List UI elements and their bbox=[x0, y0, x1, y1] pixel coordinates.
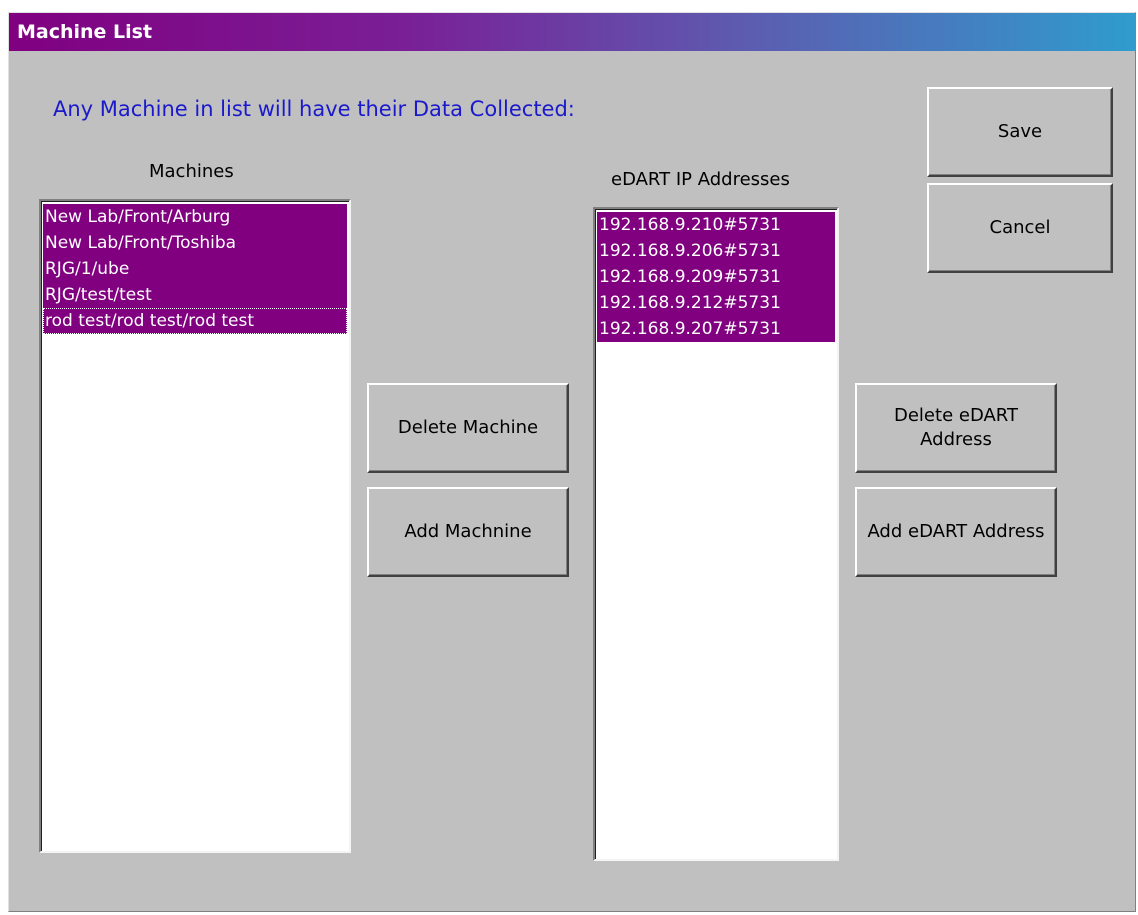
edart-list-item[interactable]: 192.168.9.206#5731 bbox=[597, 238, 835, 264]
window-title: Machine List bbox=[17, 21, 153, 43]
delete-machine-button[interactable]: Delete Machine bbox=[367, 383, 569, 473]
machines-caption: Machines bbox=[149, 161, 234, 182]
edart-list-item[interactable]: 192.168.9.210#5731 bbox=[597, 212, 835, 238]
machine-list-item[interactable]: New Lab/Front/Arburg bbox=[43, 204, 347, 230]
machine-list-item[interactable]: RJG/test/test bbox=[43, 282, 347, 308]
machines-listbox[interactable]: New Lab/Front/Arburg New Lab/Front/Toshi… bbox=[39, 199, 351, 853]
instruction-text: Any Machine in list will have their Data… bbox=[53, 97, 575, 121]
add-edart-address-button[interactable]: Add eDART Address bbox=[855, 487, 1057, 577]
edart-list-item[interactable]: 192.168.9.207#5731 bbox=[597, 316, 835, 342]
cancel-button[interactable]: Cancel bbox=[927, 183, 1113, 273]
machine-list-item[interactable]: New Lab/Front/Toshiba bbox=[43, 230, 347, 256]
edart-list-item[interactable]: 192.168.9.212#5731 bbox=[597, 290, 835, 316]
edart-list-item[interactable]: 192.168.9.209#5731 bbox=[597, 264, 835, 290]
edart-caption: eDART IP Addresses bbox=[611, 169, 790, 190]
machine-list-dialog: Machine List Any Machine in list will ha… bbox=[8, 12, 1136, 912]
edart-addresses-listbox[interactable]: 192.168.9.210#5731 192.168.9.206#5731 19… bbox=[593, 207, 839, 861]
machine-list-item[interactable]: rod test/rod test/rod test bbox=[43, 308, 347, 334]
add-machine-button[interactable]: Add Machnine bbox=[367, 487, 569, 577]
save-button[interactable]: Save bbox=[927, 87, 1113, 177]
delete-edart-address-button[interactable]: Delete eDART Address bbox=[855, 383, 1057, 473]
title-bar[interactable]: Machine List bbox=[9, 13, 1135, 51]
machine-list-item[interactable]: RJG/1/ube bbox=[43, 256, 347, 282]
